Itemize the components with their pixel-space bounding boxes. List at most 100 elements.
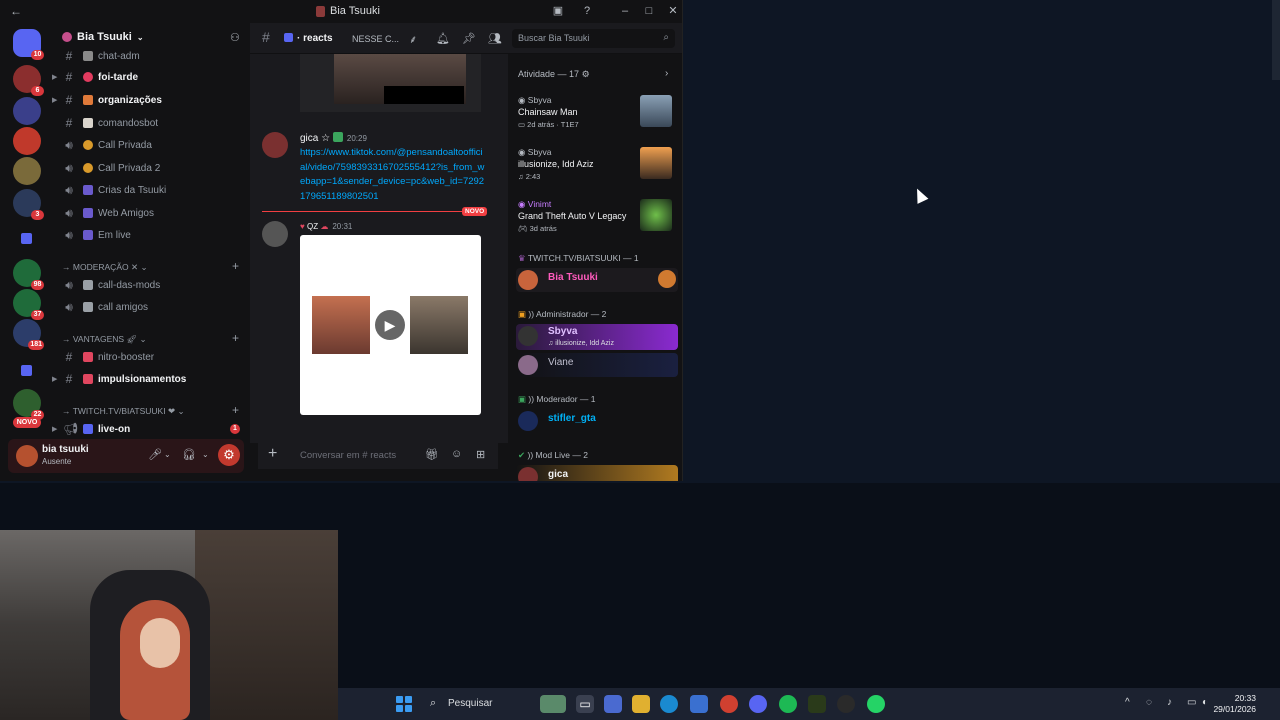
folder-icon-2[interactable]: [13, 357, 41, 385]
new-servers-pill[interactable]: NOVO: [13, 417, 41, 428]
member-activity-text: illusionize, Idd Aziz: [555, 340, 614, 347]
channel-item[interactable]: # chat-adm: [52, 46, 250, 66]
headphones-icon[interactable]: 🎧︎: [182, 448, 196, 461]
app-icon[interactable]: [808, 695, 826, 713]
minimize-icon[interactable]: –: [617, 3, 633, 19]
server-icon-2[interactable]: [13, 97, 41, 125]
message-link[interactable]: https://www.tiktok.com/@pensandoaltooffi…: [300, 146, 485, 204]
mic-icon[interactable]: ♪: [1167, 697, 1172, 708]
clock[interactable]: 20:33 29/01/2026: [1196, 693, 1256, 715]
task-view-icon[interactable]: ▭: [576, 695, 594, 713]
microphone-icon[interactable]: 🎤︎: [148, 448, 162, 461]
folder-icon-1[interactable]: [13, 225, 41, 253]
message-author[interactable]: gica ☆ 20:29: [300, 132, 367, 144]
server-icon-6[interactable]: 98: [13, 259, 44, 290]
channel-item[interactable]: ▶ # impulsionamentos: [52, 369, 250, 389]
direct-messages-button[interactable]: 10: [13, 29, 44, 60]
add-channel-icon[interactable]: +: [232, 331, 239, 345]
channel-item[interactable]: # comandosbot: [52, 113, 250, 133]
obs-icon[interactable]: [837, 695, 855, 713]
desktop-scrollbar[interactable]: [1272, 0, 1280, 80]
close-icon[interactable]: ✕: [665, 3, 681, 19]
server-header[interactable]: Bia Tsuuki ⌄: [62, 31, 144, 43]
server-icon-3[interactable]: [13, 127, 41, 155]
member-item[interactable]: Bia Tsuuki: [516, 268, 678, 292]
whatsapp-icon[interactable]: [867, 695, 885, 713]
app-icon[interactable]: [604, 695, 622, 713]
store-icon[interactable]: [690, 695, 708, 713]
activity-user-name: Vinimt: [527, 199, 552, 209]
tiktok-embed[interactable]: ▶: [300, 235, 481, 415]
avatar[interactable]: [262, 132, 288, 158]
play-icon[interactable]: ▶: [375, 310, 405, 340]
category-vantagens[interactable]: → VANTAGENS 🚀︎ ⌄: [62, 334, 147, 345]
activity-card[interactable]: ◉ Sbyva illusionize, Idd Aziz ♫ 2:43: [518, 147, 678, 187]
maximize-icon[interactable]: □: [641, 3, 657, 19]
members-icon[interactable]: 👥︎: [488, 32, 502, 45]
avatar[interactable]: [16, 445, 38, 467]
add-channel-icon[interactable]: +: [232, 403, 239, 417]
discord-icon[interactable]: [749, 695, 767, 713]
wifi-icon[interactable]: ◌: [1146, 697, 1152, 708]
channel-item[interactable]: 🔊︎ Em live: [52, 225, 250, 245]
member-item[interactable]: Sbyva ♫ illusionize, Idd Aziz: [516, 324, 678, 350]
message-author[interactable]: ♥ QZ ☁ 20:31: [300, 222, 352, 231]
chevron-down-icon[interactable]: ⌄: [202, 450, 209, 459]
help-icon[interactable]: ?: [579, 3, 595, 19]
server-icon-4[interactable]: [13, 157, 41, 185]
activity-card[interactable]: ◉ Vinimt Grand Theft Auto V Legacy 🎮︎ 3d…: [518, 199, 678, 239]
gift-icon[interactable]: 🎁︎: [425, 448, 439, 461]
channel-item[interactable]: ▶ # organizações: [52, 90, 250, 110]
member-item[interactable]: stifler_gta: [516, 409, 678, 433]
channel-item[interactable]: ▶ 📢︎ live-on 1: [52, 419, 250, 439]
message-composer[interactable]: + Conversar em # reacts 🎁︎ ☺ ⊞: [258, 441, 498, 469]
category-moderacao[interactable]: → Moderação ✕ ⌄: [62, 262, 148, 273]
category-twitch[interactable]: → TWITCH.TV/BIATSUUKI ❤︎ ⌄: [62, 406, 185, 417]
edge-icon[interactable]: [660, 695, 678, 713]
chevron-right-icon[interactable]: ›: [665, 68, 668, 79]
add-attachment-icon[interactable]: +: [268, 445, 277, 463]
activity-card[interactable]: ◉ Sbyva Chainsaw Man ▭ 2d atrás · T1E7: [518, 95, 678, 135]
bell-icon[interactable]: 🔔︎: [436, 32, 450, 45]
channel-topic[interactable]: NESSE C...: [352, 34, 399, 44]
invite-people-icon[interactable]: ⚇: [230, 31, 240, 44]
badge: 181: [28, 340, 44, 350]
channel-item[interactable]: 🔊︎ call amigos: [52, 297, 250, 317]
chrome-icon[interactable]: [720, 695, 738, 713]
windows-start-icon[interactable]: [396, 696, 412, 712]
threads-icon[interactable]: ⸙: [409, 32, 417, 47]
server-icon-7[interactable]: 37: [13, 289, 44, 320]
avatar[interactable]: [262, 221, 288, 247]
channel-item[interactable]: ▶ # foi-tarde: [52, 67, 250, 87]
emoji-icon[interactable]: ☺: [451, 448, 462, 460]
widgets-icon[interactable]: [540, 695, 566, 713]
spotify-icon[interactable]: [779, 695, 797, 713]
channel-item[interactable]: 🔊︎ Crias da Tsuuki: [52, 180, 250, 200]
speaker-icon: 🔊︎: [65, 205, 73, 220]
chevron-down-icon[interactable]: ⌄: [164, 450, 171, 459]
server-icon-5[interactable]: 3: [13, 189, 44, 220]
taskbar-search[interactable]: ⌕ Pesquisar: [422, 693, 542, 715]
add-channel-icon[interactable]: +: [232, 259, 239, 273]
pin-icon[interactable]: 📌︎: [462, 32, 476, 45]
channel-label: Call Privada 2: [98, 162, 161, 174]
inbox-icon[interactable]: ▣: [550, 3, 566, 19]
channel-item[interactable]: 🔊︎ Call Privada: [52, 135, 250, 155]
member-item[interactable]: gica: [516, 465, 678, 481]
member-item[interactable]: Viane: [516, 353, 678, 377]
image-attachment[interactable]: [300, 54, 481, 112]
channel-item[interactable]: # nitro-booster: [52, 347, 250, 367]
activity-header[interactable]: Atividade — 17 ⚙: [518, 69, 590, 80]
apps-icon[interactable]: ⊞: [476, 448, 485, 461]
settings-gear-icon[interactable]: ⚙: [218, 444, 240, 466]
chevron-up-icon[interactable]: ^: [1125, 697, 1130, 708]
back-arrow-icon[interactable]: ←: [10, 4, 22, 18]
server-icon-8[interactable]: 181: [13, 319, 44, 350]
file-explorer-icon[interactable]: [632, 695, 650, 713]
server-icon-1[interactable]: 6: [13, 65, 44, 96]
channel-item[interactable]: 🔊︎ Call Privada 2: [52, 158, 250, 178]
search-input[interactable]: Buscar Bia Tsuuki ⌕: [512, 29, 675, 48]
channel-item[interactable]: 🔊︎ call-das-mods: [52, 275, 250, 295]
server-icon-9[interactable]: 22: [13, 389, 44, 420]
channel-item[interactable]: 🔊︎ Web Amigos: [52, 203, 250, 223]
